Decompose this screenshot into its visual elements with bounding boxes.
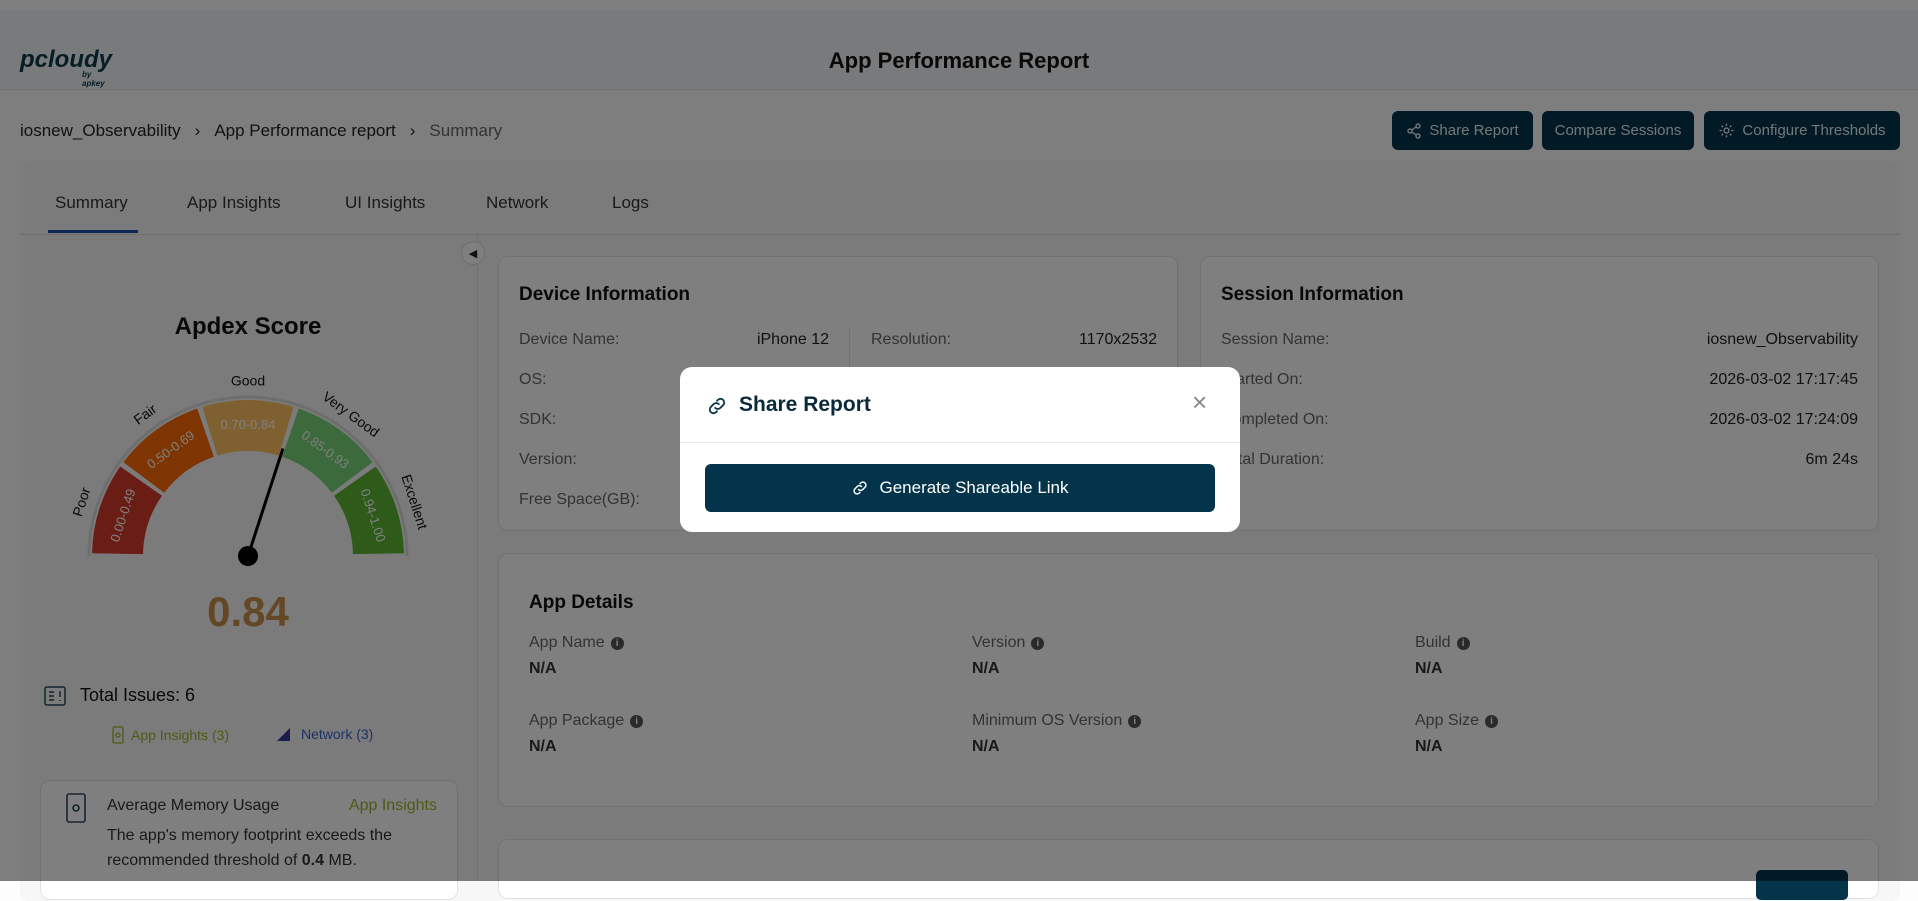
modal-title: Share Report: [739, 393, 871, 416]
generate-shareable-link-button[interactable]: Generate Shareable Link: [705, 464, 1215, 512]
link-icon: [853, 481, 868, 495]
close-icon[interactable]: ×: [1192, 389, 1207, 415]
modal-divider: [680, 442, 1240, 443]
share-report-modal: Share Report × Generate Shareable Link: [680, 367, 1240, 532]
link-icon: [708, 397, 726, 415]
